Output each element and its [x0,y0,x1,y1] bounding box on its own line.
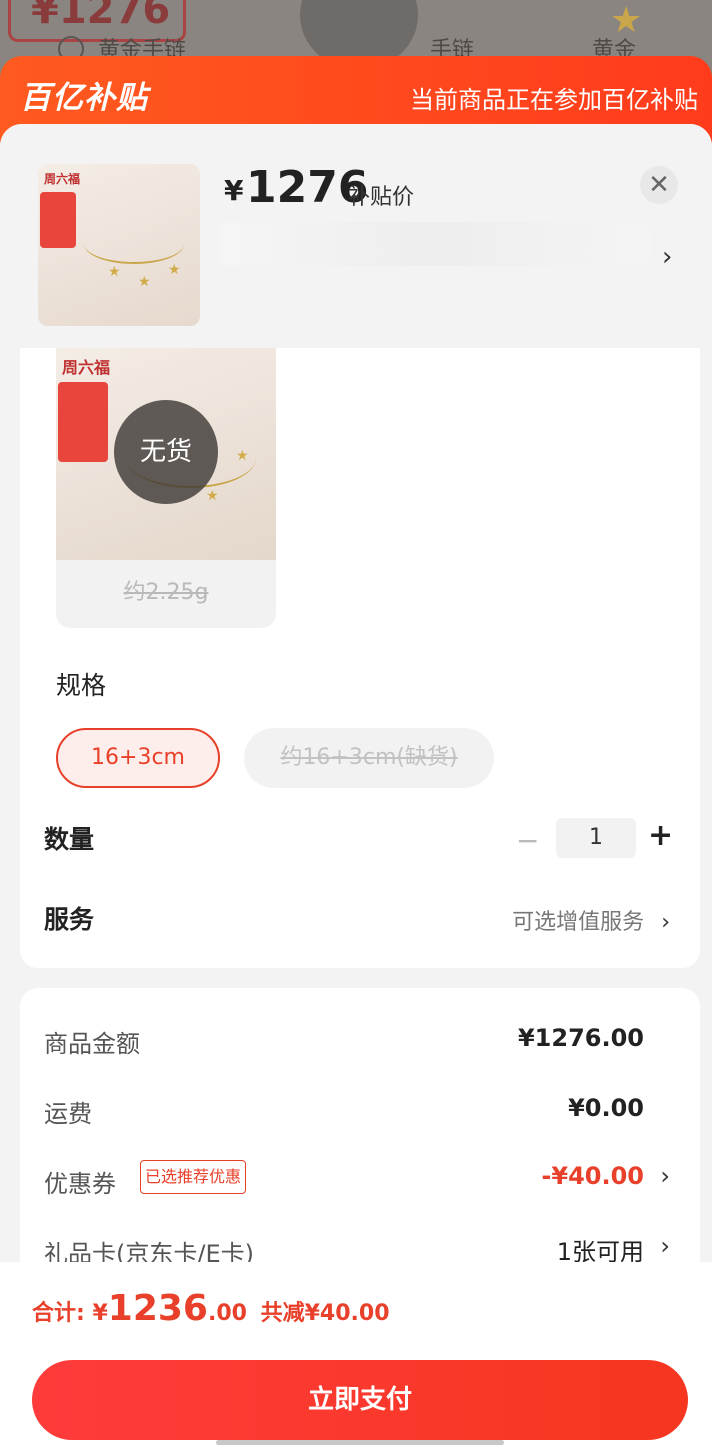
subsidy-note: 当前商品正在参加百亿补贴 [410,86,698,114]
price-tag: 补贴价 [348,185,415,210]
chevron-right-icon[interactable]: › [662,242,672,272]
product-header: 周六福 ★ ★ ★ ¥ 1276 补贴价 ✕ › [0,124,712,348]
quantity-decrement-button[interactable]: − [516,824,539,857]
close-icon: ✕ [648,170,670,200]
summary-label: 商品金额 [44,1030,140,1058]
service-option-link[interactable]: 可选增值服务 › [512,904,670,936]
quantity-label: 数量 [44,825,95,854]
variant-weight-label: 约2.25g [123,580,209,605]
summary-value: ¥0.00 [568,1094,644,1122]
star-icon: ★ [108,264,121,280]
star-icon: ★ [138,274,151,290]
chevron-right-icon[interactable]: › [660,1232,670,1260]
pay-now-button[interactable]: 立即支付 [32,1360,688,1440]
chevron-right-icon: › [661,910,670,935]
price-currency: ¥ [224,174,244,207]
options-card: 周六福 ★ ★ 无货 约2.25g 规格 16+3cm 约16+3cm(缺货) … [20,348,700,968]
thumb-brand: 周六福 [44,172,81,186]
star-icon: ★ [206,488,219,504]
star-icon: ★ [236,448,249,464]
spec-title: 规格 [56,671,107,700]
total-decimal: .00 [207,1301,247,1326]
close-button[interactable]: ✕ [640,166,678,204]
total-discount: 共减¥40.00 [260,1301,390,1326]
summary-label: 优惠券 [44,1170,116,1198]
home-indicator[interactable] [216,1440,504,1445]
total-integer: 1236 [107,1288,208,1329]
summary-value: ¥1276.00 [517,1024,644,1052]
variant-brand: 周六福 [62,358,111,377]
spec-option-disabled[interactable]: 约16+3cm(缺货) [244,728,494,788]
bracelet-chain [84,224,184,264]
price-summary-card: 商品金额 ¥1276.00 运费 ¥0.00 优惠券 已选推荐优惠 -¥40.0… [20,988,700,1288]
checkout-footer: 合计: ¥1236.00 共减¥40.00 立即支付 [0,1262,712,1448]
quantity-increment-button[interactable]: + [648,818,673,853]
coupon-tag: 已选推荐优惠 [140,1160,247,1194]
coupon-value[interactable]: -¥40.00 [541,1162,644,1190]
star-icon: ★ [168,262,181,278]
checkout-panel: 周六福 ★ ★ ★ ¥ 1276 补贴价 ✕ › 周六福 ★ ★ 无货 约2.2… [0,124,712,1448]
out-of-stock-overlay: 无货 [114,400,218,504]
star-icon: ★ [610,0,643,41]
service-value: 可选增值服务 [512,910,645,935]
variant-option-card[interactable]: 周六福 ★ ★ 无货 约2.25g [56,348,276,628]
quantity-input[interactable]: 1 [556,818,636,858]
subsidy-logo: 百亿补贴 [20,80,148,116]
product-thumbnail[interactable]: 周六福 ★ ★ ★ [38,164,200,326]
total-amount: 合计: ¥1236.00 共减¥40.00 [32,1288,390,1329]
total-label: 合计: ¥ [32,1301,108,1326]
spec-option-selected[interactable]: 16+3cm [56,728,220,788]
variant-badge [58,382,108,462]
thumb-badge [40,192,76,248]
address-row-blurred[interactable] [220,222,650,266]
service-label: 服务 [44,905,95,934]
checkout-sheet-screen: ¥1276 黄金手链 手链 黄金 ★ 百亿补贴 当前商品正在参加百亿补贴 周六福… [0,0,712,1448]
chevron-right-icon[interactable]: › [660,1162,670,1190]
summary-label: 运费 [44,1100,92,1128]
